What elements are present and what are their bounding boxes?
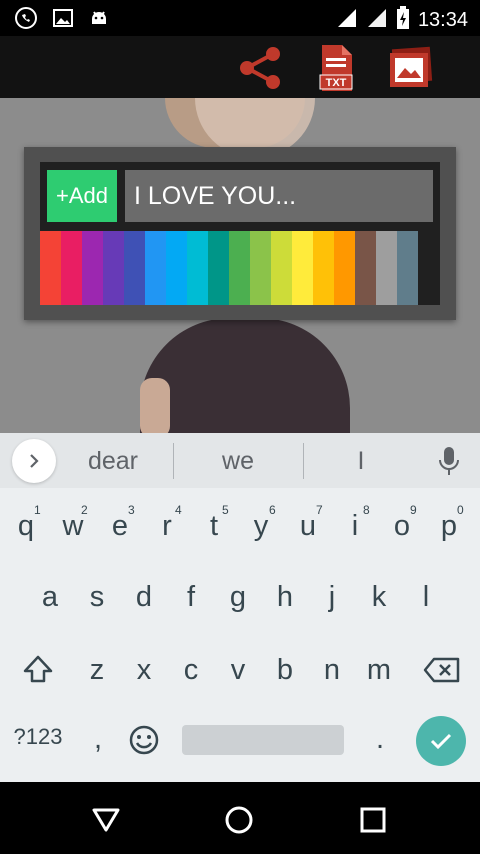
android-icon	[88, 7, 110, 34]
suggestion-bar: dear we I	[0, 433, 480, 488]
key-l[interactable]: l	[406, 581, 446, 614]
key-d[interactable]: d	[124, 581, 164, 614]
battery-charging-icon	[396, 6, 410, 35]
key-m[interactable]: m	[359, 654, 399, 687]
key-g[interactable]: g	[218, 581, 258, 614]
whatsapp-icon	[14, 6, 38, 35]
color-swatch[interactable]	[187, 231, 208, 305]
navigation-bar	[0, 782, 480, 854]
emoji-icon[interactable]	[128, 724, 160, 756]
key-f[interactable]: f	[171, 581, 211, 614]
key-a[interactable]: a	[30, 581, 70, 614]
key-hint: 5	[222, 503, 229, 517]
key-s[interactable]: s	[77, 581, 117, 614]
color-swatch[interactable]	[208, 231, 229, 305]
home-icon[interactable]	[219, 802, 259, 838]
key-hint: 6	[269, 503, 276, 517]
backspace-icon[interactable]	[422, 655, 462, 685]
suggestion-divider	[173, 443, 174, 479]
key-hint: 0	[457, 503, 464, 517]
color-swatch[interactable]	[271, 231, 292, 305]
color-swatch[interactable]	[292, 231, 313, 305]
color-swatch[interactable]	[397, 231, 418, 305]
key-k[interactable]: k	[359, 581, 399, 614]
symbols-key[interactable]: ?123	[8, 724, 68, 750]
color-swatch[interactable]	[313, 231, 334, 305]
color-palette	[40, 231, 418, 305]
signal-icon	[366, 7, 388, 34]
color-swatch[interactable]	[103, 231, 124, 305]
color-swatch[interactable]	[229, 231, 250, 305]
space-key[interactable]	[182, 725, 344, 755]
suggestion-3[interactable]: I	[301, 447, 421, 476]
suggestion-1[interactable]: dear	[53, 447, 173, 476]
color-swatch[interactable]	[82, 231, 103, 305]
microphone-icon[interactable]	[434, 445, 464, 477]
color-swatch[interactable]	[124, 231, 145, 305]
color-swatch[interactable]	[250, 231, 271, 305]
key-n[interactable]: n	[312, 654, 352, 687]
color-swatch[interactable]	[376, 231, 397, 305]
key-hint: 9	[410, 503, 417, 517]
photo-dress	[140, 318, 350, 433]
done-check-icon[interactable]	[416, 716, 466, 766]
shift-icon[interactable]	[20, 651, 56, 687]
image-icon[interactable]	[386, 44, 434, 92]
suggestion-2[interactable]: we	[178, 447, 298, 476]
key-j[interactable]: j	[312, 581, 352, 614]
key-hint: 3	[128, 503, 135, 517]
text-input[interactable]: I LOVE YOU...	[125, 170, 433, 222]
key-z[interactable]: z	[77, 654, 117, 687]
key-hint: 2	[81, 503, 88, 517]
key-x[interactable]: x	[124, 654, 164, 687]
color-swatch[interactable]	[355, 231, 376, 305]
txt-file-icon[interactable]: TXT	[312, 44, 360, 92]
color-swatch[interactable]	[334, 231, 355, 305]
key-hint: 1	[34, 503, 41, 517]
color-swatch[interactable]	[166, 231, 187, 305]
chevron-right-icon[interactable]	[12, 439, 56, 483]
key-b[interactable]: b	[265, 654, 305, 687]
keyboard: dear we I q1w2e3r4t5y6u7i8o9p0 asdfghjkl…	[0, 433, 480, 782]
add-button[interactable]: +Add	[47, 170, 117, 222]
app-toolbar: TXT	[0, 36, 480, 98]
period-key[interactable]: .	[360, 723, 400, 756]
key-c[interactable]: c	[171, 654, 211, 687]
color-swatch[interactable]	[61, 231, 82, 305]
txt-label: TXT	[325, 77, 347, 89]
comma-key[interactable]: ,	[78, 723, 118, 756]
key-hint: 7	[316, 503, 323, 517]
status-time: 13:34	[417, 9, 468, 31]
back-icon[interactable]	[86, 802, 126, 838]
dialog-content: +Add I LOVE YOU...	[40, 162, 440, 305]
key-hint: 8	[363, 503, 370, 517]
wifi-icon	[336, 7, 358, 34]
key-hint: 4	[175, 503, 182, 517]
recents-icon[interactable]	[353, 802, 393, 838]
key-h[interactable]: h	[265, 581, 305, 614]
color-swatch[interactable]	[40, 231, 61, 305]
add-text-dialog: +Add I LOVE YOU...	[24, 147, 456, 320]
status-bar: 13:34	[0, 0, 480, 36]
gallery-icon	[52, 7, 74, 34]
photo-forearm	[140, 378, 170, 433]
color-swatch[interactable]	[145, 231, 166, 305]
share-icon[interactable]	[236, 44, 284, 92]
key-v[interactable]: v	[218, 654, 258, 687]
